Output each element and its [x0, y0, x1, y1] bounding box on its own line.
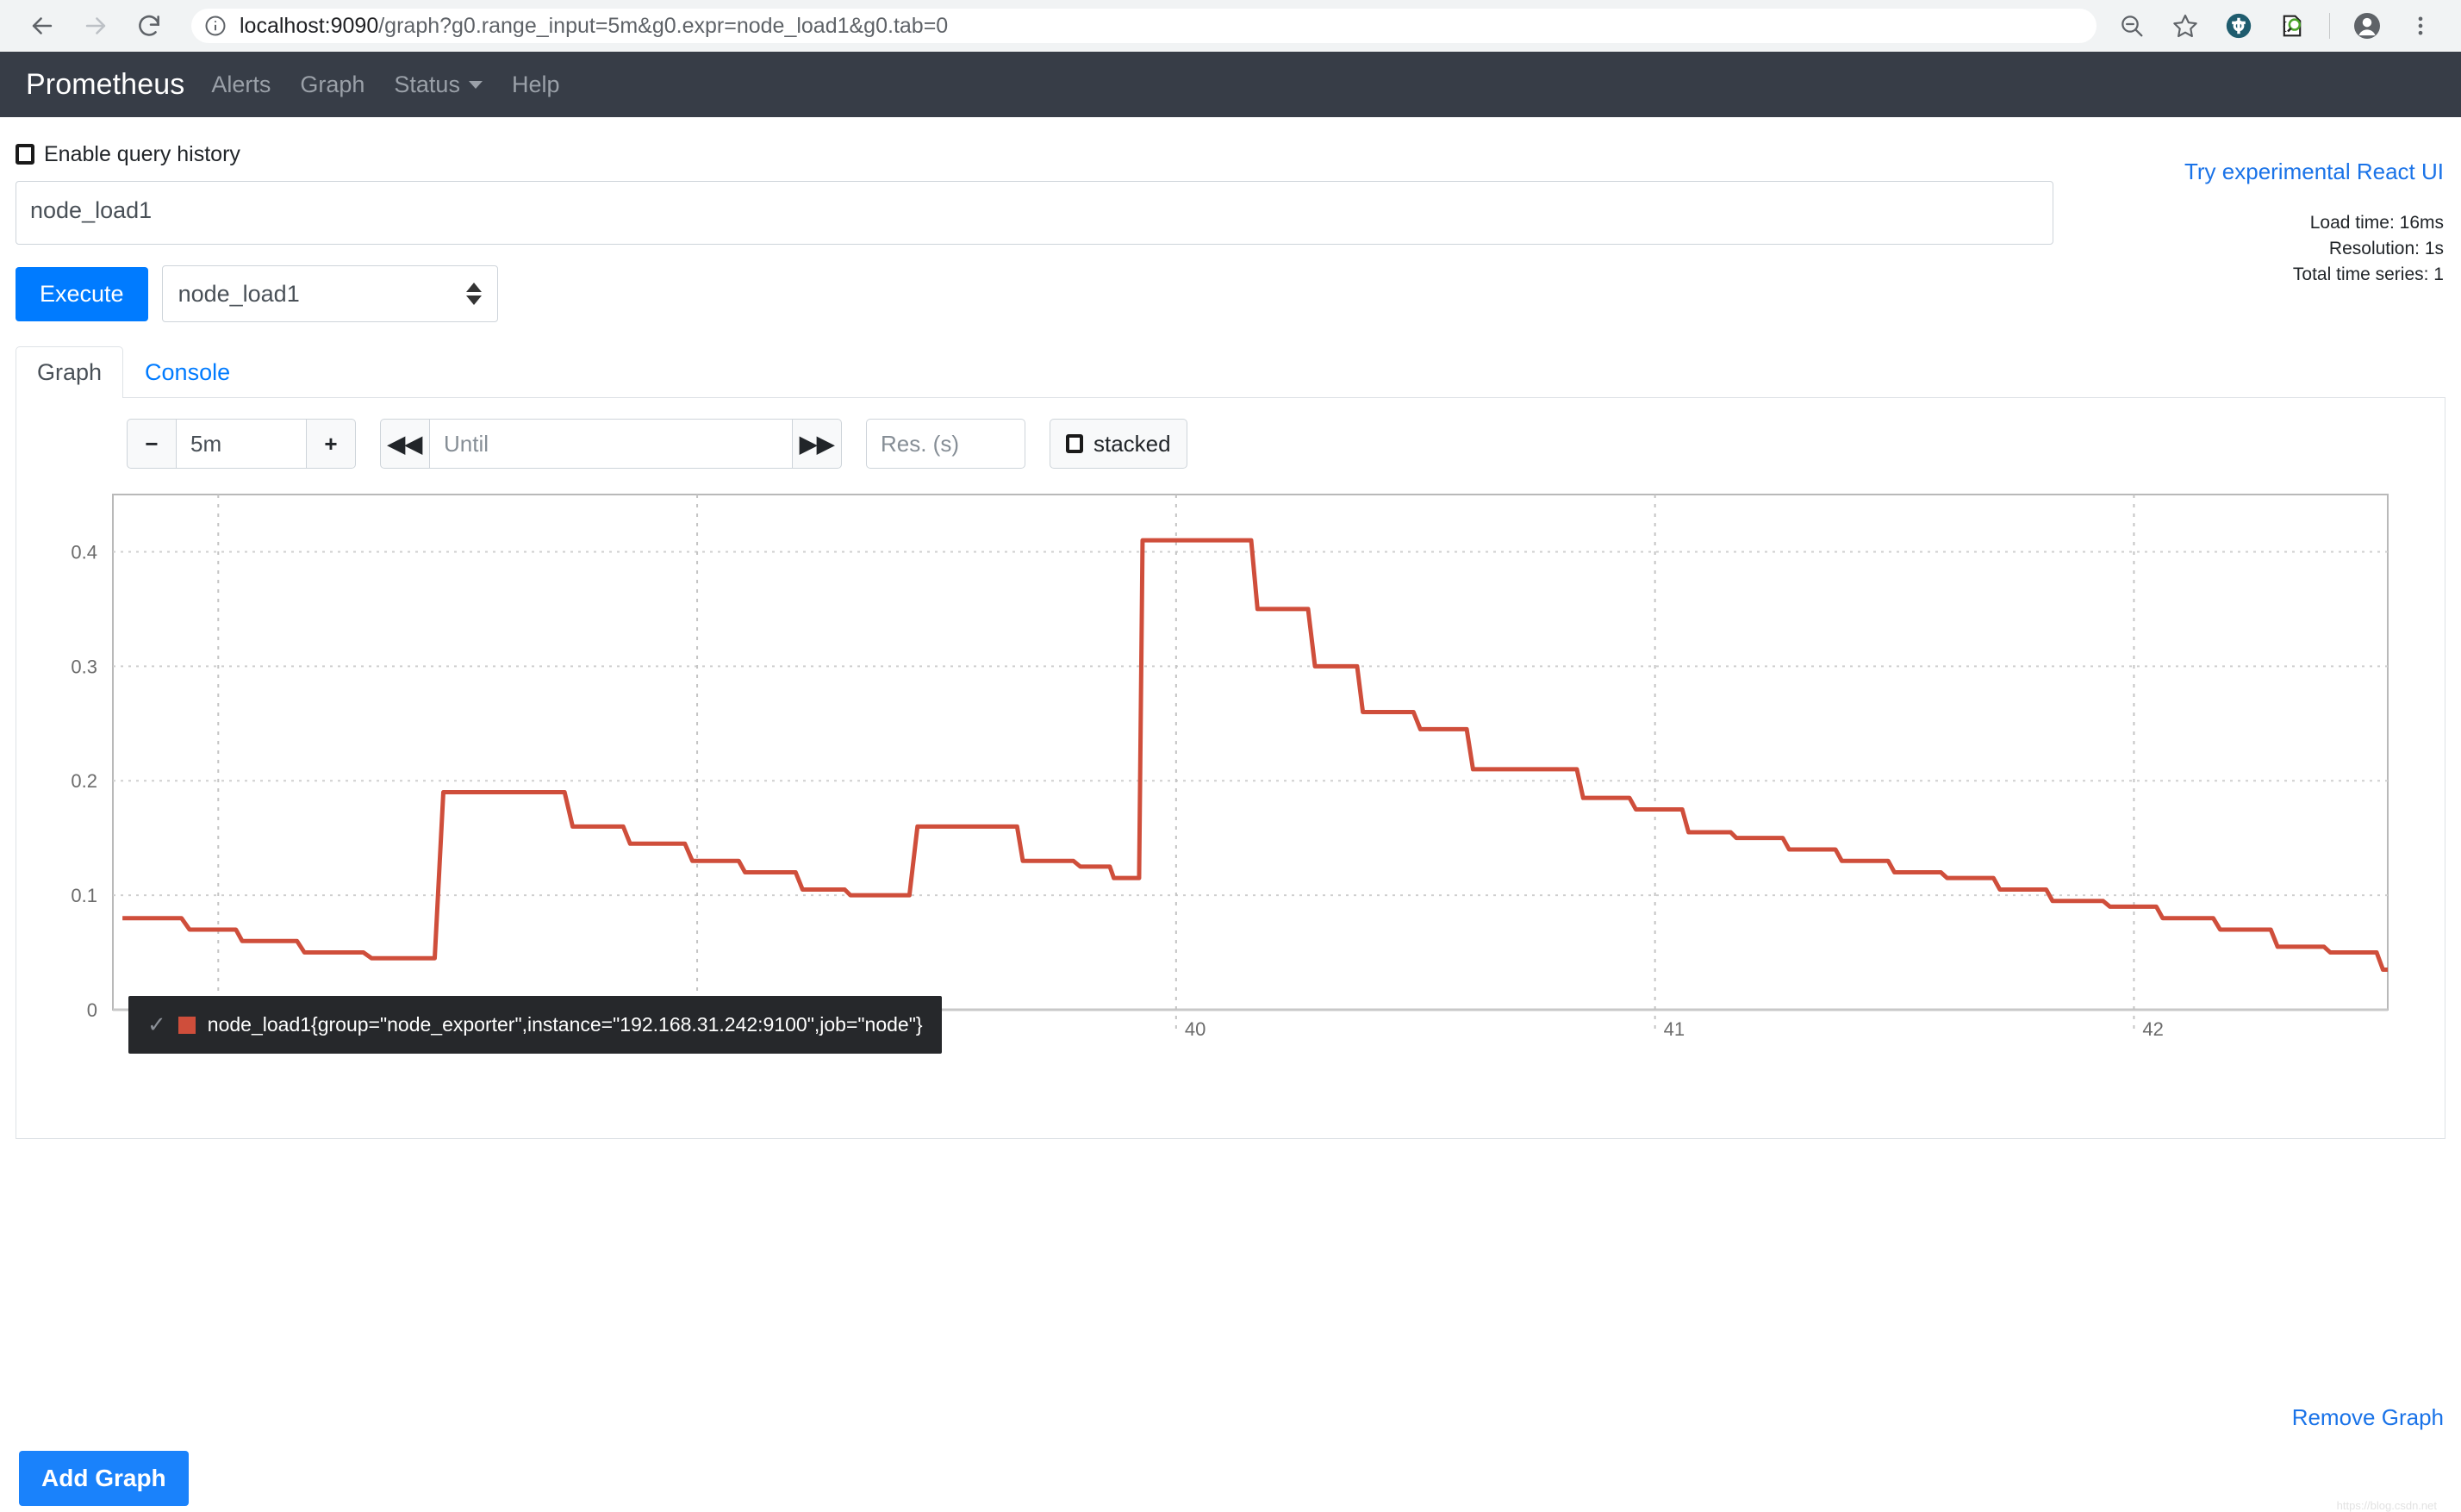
nav-item-alerts[interactable]: Alerts: [196, 72, 285, 98]
add-graph-button[interactable]: Add Graph: [19, 1451, 189, 1506]
bookmark-button[interactable]: [2160, 1, 2210, 51]
x-axis-tick-label: 42: [2142, 1018, 2163, 1040]
forward-button[interactable]: [69, 0, 122, 52]
reload-icon: [135, 12, 163, 40]
query-stats: Load time: 16ms Resolution: 1s Total tim…: [2293, 210, 2444, 287]
expression-input[interactable]: [16, 181, 2053, 245]
metric-select-value: node_load1: [178, 280, 300, 307]
enable-query-history-checkbox[interactable]: [16, 144, 34, 165]
toolbar-divider: [2329, 13, 2330, 39]
resolution-input[interactable]: Res. (s): [866, 419, 1025, 469]
zoom-out-button[interactable]: [2107, 1, 2157, 51]
extension-e-icon: [2224, 11, 2253, 40]
enable-query-history-label: Enable query history: [44, 141, 240, 166]
metric-select[interactable]: node_load1: [161, 265, 498, 322]
stat-load-time: Load time: 16ms: [2309, 213, 2444, 233]
select-updown-icon: [465, 283, 482, 305]
step-backward-button[interactable]: ◀◀: [380, 419, 430, 469]
range-decrease-button[interactable]: −: [127, 419, 177, 469]
browser-actions: {: [2107, 1, 2445, 51]
try-react-ui-link[interactable]: Try experimental React UI: [2184, 159, 2444, 185]
stacked-toggle[interactable]: stacked: [1050, 419, 1187, 469]
range-increase-button[interactable]: +: [306, 419, 356, 469]
y-axis-tick-label: 0.4: [71, 541, 97, 563]
stacked-label: stacked: [1093, 430, 1171, 457]
browser-menu-button[interactable]: [2396, 1, 2445, 51]
range-input[interactable]: 5m: [177, 419, 306, 469]
nav-item-help[interactable]: Help: [497, 72, 575, 98]
svg-text:{: {: [2283, 19, 2287, 32]
y-axis-tick-label: 0.3: [71, 656, 97, 677]
profile-button[interactable]: [2342, 1, 2392, 51]
y-axis-tick-label: 0.1: [71, 885, 97, 906]
chevron-down-icon: [468, 80, 483, 89]
three-dot-menu-icon: [2408, 14, 2433, 38]
legend-color-swatch: [178, 1016, 196, 1034]
back-arrow-icon: [28, 11, 57, 40]
star-icon: [2171, 12, 2199, 40]
nav-item-graph[interactable]: Graph: [285, 72, 379, 98]
x-axis-tick-label: 40: [1185, 1018, 1206, 1040]
expression-wrapper: [16, 181, 2053, 245]
browser-toolbar: localhost:9090/graph?g0.range_input=5m&g…: [0, 0, 2461, 52]
step-forward-button[interactable]: ▶▶: [792, 419, 842, 469]
url-path: /graph?g0.range_input=5m&g0.expr=node_lo…: [378, 13, 949, 38]
query-history-row: Enable query history: [16, 141, 2445, 167]
extension-e-button[interactable]: [2214, 1, 2264, 51]
y-axis-tick-label: 0.2: [71, 770, 97, 792]
stacked-checkbox[interactable]: [1066, 434, 1083, 453]
legend-check-icon: ✓: [147, 1011, 166, 1037]
graph-controls: − 5m + ◀◀ Until ▶▶ Res. (s) stacked: [16, 417, 2445, 470]
url-host: localhost:9090: [240, 13, 379, 38]
chart-legend[interactable]: ✓ node_load1{group="node_exporter",insta…: [128, 996, 942, 1054]
stat-total-series: Total time series: 1: [2292, 264, 2444, 284]
execute-row: Execute node_load1: [16, 265, 2445, 322]
series-line: [122, 538, 2388, 972]
back-button[interactable]: [16, 0, 69, 52]
extension-inspect-button[interactable]: {: [2267, 1, 2317, 51]
reload-button[interactable]: [122, 0, 176, 52]
extension-inspect-icon: {: [2277, 11, 2307, 40]
execute-button[interactable]: Execute: [16, 266, 148, 321]
graph-panel: − 5m + ◀◀ Until ▶▶ Res. (s) stacked 0 0.1…: [16, 398, 2445, 1139]
tab-console[interactable]: Console: [123, 346, 252, 398]
app-navbar: Prometheus Alerts Graph Status Help: [0, 52, 2461, 117]
nav-label-status: Status: [394, 71, 460, 97]
profile-avatar-icon: [2352, 10, 2383, 41]
brand-prometheus[interactable]: Prometheus: [14, 68, 196, 102]
panel-tabs: Graph Console: [16, 345, 2445, 398]
legend-series-label: node_load1{group="node_exporter",instanc…: [207, 1013, 923, 1036]
chart-area: 00.10.20.30.43839404142: [16, 476, 2445, 1079]
nav-item-status[interactable]: Status: [379, 72, 497, 98]
address-bar[interactable]: localhost:9090/graph?g0.range_input=5m&g…: [191, 9, 2097, 43]
nav-label-alerts: Alerts: [211, 71, 271, 97]
tab-graph[interactable]: Graph: [16, 346, 124, 398]
address-bar-text: localhost:9090/graph?g0.range_input=5m&g…: [240, 14, 948, 39]
nav-label-graph: Graph: [300, 71, 365, 97]
y-axis-tick-label: 0: [87, 999, 97, 1021]
forward-arrow-icon: [81, 11, 110, 40]
until-input[interactable]: Until: [430, 419, 792, 469]
range-group: − 5m +: [127, 419, 356, 469]
time-series-chart[interactable]: 00.10.20.30.43839404142: [16, 476, 2445, 1079]
page-content: Try experimental React UI Load time: 16m…: [0, 141, 2461, 1512]
stat-resolution: Resolution: 1s: [2328, 238, 2444, 258]
nav-label-help: Help: [511, 71, 560, 97]
time-nav-group: ◀◀ Until ▶▶: [380, 419, 842, 469]
watermark: https://blog.csdn.net: [2336, 1499, 2437, 1512]
zoom-out-icon: [2118, 12, 2146, 40]
remove-graph-link[interactable]: Remove Graph: [2292, 1404, 2444, 1431]
site-info-icon[interactable]: [203, 14, 227, 38]
x-axis-tick-label: 41: [1664, 1018, 1685, 1040]
